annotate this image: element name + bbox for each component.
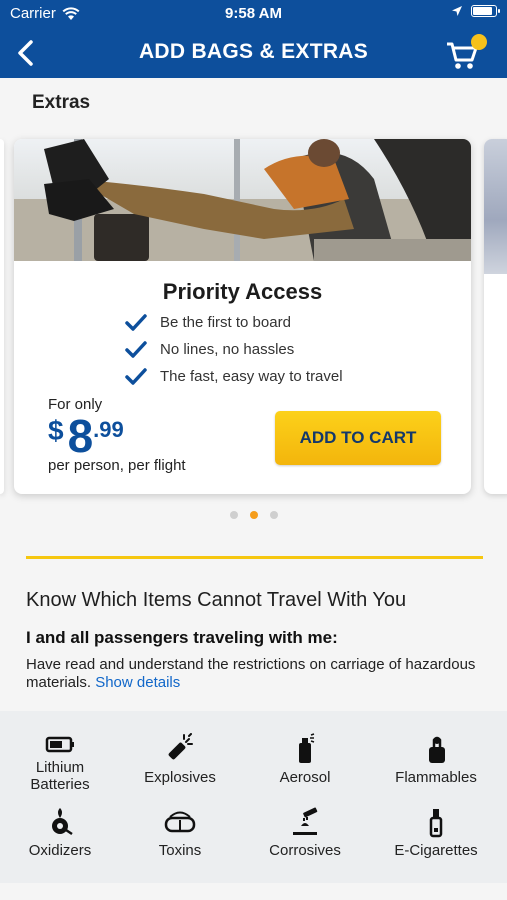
price-decimal: .99 (93, 417, 124, 442)
benefit-list: Be the first to board No lines, no hassl… (124, 309, 343, 390)
restrictions-body: Have read and understand the restriction… (26, 656, 486, 692)
price: $ 8 .99 (48, 409, 124, 463)
item-label: Aerosol (279, 769, 331, 786)
price-currency: $ (48, 415, 64, 446)
section-label: Extras (32, 92, 91, 113)
prohibited-item-e-cigarettes[interactable]: E-Cigarettes (376, 806, 496, 859)
benefit-text: The fast, easy way to travel (160, 368, 343, 385)
add-to-cart-button[interactable]: ADD TO CART (275, 411, 441, 465)
battery-icon (45, 736, 74, 753)
spray-can-icon (299, 733, 315, 763)
prohibited-item-explosives[interactable]: Explosives (120, 733, 240, 786)
prohibited-item-toxins[interactable]: Toxins (120, 806, 240, 859)
benefit-text: Be the first to board (160, 314, 291, 331)
restrictions-text: Have read and understand the restriction… (26, 656, 476, 691)
offer-title: Priority Access (162, 279, 323, 304)
show-details-link[interactable]: Show details (95, 674, 180, 691)
benefit-item: The fast, easy way to travel (124, 363, 343, 390)
price-integer: 8 (67, 410, 94, 462)
prohibited-item-flammables[interactable]: Flammables (376, 733, 496, 786)
corrosive-icon (293, 807, 318, 835)
prohibited-item-aerosol[interactable]: Aerosol (245, 733, 365, 786)
price-suffix: per person, per flight (48, 457, 186, 474)
prohibited-item-oxidizers[interactable]: Oxidizers (0, 806, 120, 859)
previous-card[interactable] (0, 139, 4, 494)
benefit-item: No lines, no hassles (124, 336, 343, 363)
checkmark-icon (125, 340, 147, 358)
goggles-icon (164, 811, 196, 833)
item-label: Oxidizers (28, 842, 92, 859)
firecracker-icon (168, 733, 193, 760)
page-title: ADD BAGS & EXTRAS (138, 40, 369, 63)
pager-dot[interactable] (269, 511, 278, 519)
prohibited-item-lithium-batteries[interactable]: Lithium Batteries (0, 733, 120, 793)
oxidizer-icon (52, 808, 73, 836)
item-label: Toxins (158, 842, 202, 859)
restrictions-subtitle: I and all passengers traveling with me: (26, 628, 338, 647)
checkmark-icon (125, 367, 147, 385)
offer-card: Priority Access Be the first to board No… (14, 139, 471, 494)
cart-badge (471, 34, 487, 50)
item-label: Flammables (395, 769, 477, 786)
pager-dot[interactable] (249, 511, 258, 519)
benefit-text: No lines, no hassles (160, 341, 295, 358)
nav-bar: ADD BAGS & EXTRAS (0, 28, 507, 78)
status-bar: Carrier 9:58 AM (0, 0, 507, 28)
offer-photo (14, 139, 471, 261)
checkmark-icon (125, 313, 147, 331)
next-card[interactable] (484, 139, 507, 494)
prohibited-item-corrosives[interactable]: Corrosives (245, 806, 365, 859)
pager-dot[interactable] (229, 511, 238, 519)
cart-button[interactable] (445, 34, 487, 72)
prohibited-items-panel: Lithium Batteries Explosives Aerosol Fla… (0, 711, 507, 883)
restrictions-title: Know Which Items Cannot Travel With You (26, 589, 407, 611)
item-label: Explosives (144, 769, 216, 786)
battery-icon (471, 5, 500, 17)
header: Carrier 9:58 AM ADD BAGS & EXTRAS (0, 0, 507, 78)
lighter-icon (429, 736, 445, 763)
status-time: 9:58 AM (225, 5, 282, 22)
divider (26, 556, 483, 559)
item-label: E-Cigarettes (394, 842, 478, 859)
benefit-item: Be the first to board (124, 309, 343, 336)
location-arrow-icon (452, 6, 462, 16)
next-card-image (484, 139, 507, 274)
carousel-pager (0, 511, 507, 519)
bottom-spacer (0, 883, 507, 900)
item-label: Corrosives (269, 842, 341, 859)
e-cigarette-icon (429, 809, 443, 838)
item-label: Lithium Batteries (30, 759, 90, 793)
status-right (451, 5, 500, 17)
